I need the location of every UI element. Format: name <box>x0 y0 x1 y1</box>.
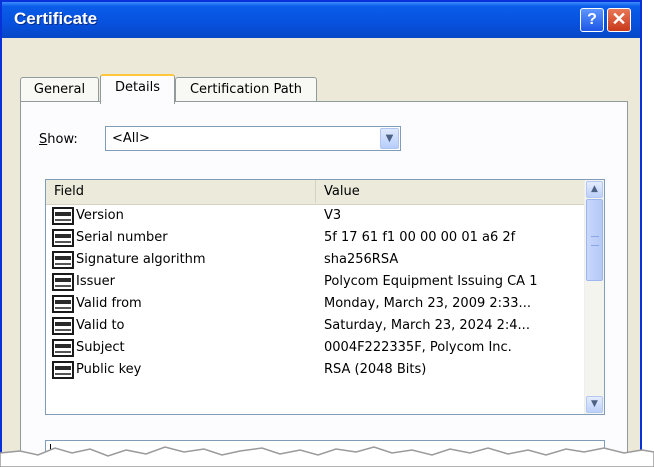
row-value: 5f 17 61 f1 00 00 00 01 a6 2f <box>324 230 516 245</box>
certificate-field-icon <box>52 273 74 291</box>
show-dropdown[interactable]: <All> ▼ <box>105 126 401 151</box>
chevron-up-icon[interactable]: ▲ <box>586 181 603 198</box>
row-value: sha256RSA <box>324 252 399 267</box>
details-panel: Show: <All> ▼ Field Value Version V3 Ser… <box>20 101 628 467</box>
row-field: Public key <box>76 362 142 377</box>
row-field: Serial number <box>76 230 168 245</box>
help-icon: ? <box>587 11 597 28</box>
certificate-field-icon <box>52 295 74 313</box>
certificate-field-icon <box>52 361 74 379</box>
listview-body: Version V3 Serial number 5f 17 61 f1 00 … <box>46 205 585 381</box>
list-item[interactable]: Signature algorithm sha256RSA <box>46 249 585 271</box>
row-value: Monday, March 23, 2009 2:33... <box>324 296 531 311</box>
grip-icon <box>591 236 599 246</box>
tab-details[interactable]: Details <box>100 74 175 104</box>
row-value: RSA (2048 Bits) <box>324 362 427 377</box>
listview-header: Field Value <box>46 180 585 205</box>
show-label: Show: <box>39 132 78 147</box>
certificate-field-icon <box>52 207 74 225</box>
row-field: Version <box>76 208 124 223</box>
row-value: 0004F222335F, Polycom Inc. <box>324 340 512 355</box>
row-value: Polycom Equipment Issuing CA 1 <box>324 274 538 289</box>
certificate-field-icon <box>52 317 74 335</box>
fields-listview[interactable]: Field Value Version V3 Serial number 5f … <box>45 179 605 415</box>
help-button[interactable]: ? <box>580 8 604 32</box>
certificate-field-icon <box>52 251 74 269</box>
torn-edge <box>0 446 654 467</box>
chevron-down-icon[interactable]: ▼ <box>586 396 603 413</box>
page-margin <box>642 0 654 467</box>
row-field: Issuer <box>76 274 115 289</box>
list-item[interactable]: Valid to Saturday, March 23, 2024 2:4... <box>46 315 585 337</box>
certificate-dialog: Certificate ? ✕ General Details Certific… <box>0 0 642 467</box>
close-button[interactable]: ✕ <box>607 8 631 32</box>
row-field: Valid from <box>76 296 142 311</box>
list-item[interactable]: Version V3 <box>46 205 585 227</box>
chevron-down-icon[interactable]: ▼ <box>380 128 399 149</box>
list-item[interactable]: Subject 0004F222335F, Polycom Inc. <box>46 337 585 359</box>
row-field: Subject <box>76 340 125 355</box>
row-field: Valid to <box>76 318 125 333</box>
list-item[interactable]: Serial number 5f 17 61 f1 00 00 00 01 a6… <box>46 227 585 249</box>
window-title: Certificate <box>14 9 98 28</box>
row-value: V3 <box>324 208 342 223</box>
column-header-field[interactable]: Field <box>46 180 316 203</box>
row-field: Signature algorithm <box>76 252 206 267</box>
certificate-field-icon <box>52 339 74 357</box>
show-dropdown-value: <All> <box>112 131 150 146</box>
close-icon: ✕ <box>611 9 627 29</box>
tab-certification-path[interactable]: Certification Path <box>175 77 317 103</box>
certificate-field-icon <box>52 229 74 247</box>
column-header-value[interactable]: Value <box>316 180 585 203</box>
title-bar[interactable]: Certificate ? ✕ <box>2 2 640 38</box>
list-item[interactable]: Issuer Polycom Equipment Issuing CA 1 <box>46 271 585 293</box>
tab-general[interactable]: General <box>20 77 99 103</box>
scrollbar-thumb[interactable] <box>586 199 603 281</box>
list-item[interactable]: Valid from Monday, March 23, 2009 2:33..… <box>46 293 585 315</box>
row-value: Saturday, March 23, 2024 2:4... <box>324 318 530 333</box>
list-item[interactable]: Public key RSA (2048 Bits) <box>46 359 585 381</box>
vertical-scrollbar[interactable]: ▲ ▼ <box>584 180 604 414</box>
